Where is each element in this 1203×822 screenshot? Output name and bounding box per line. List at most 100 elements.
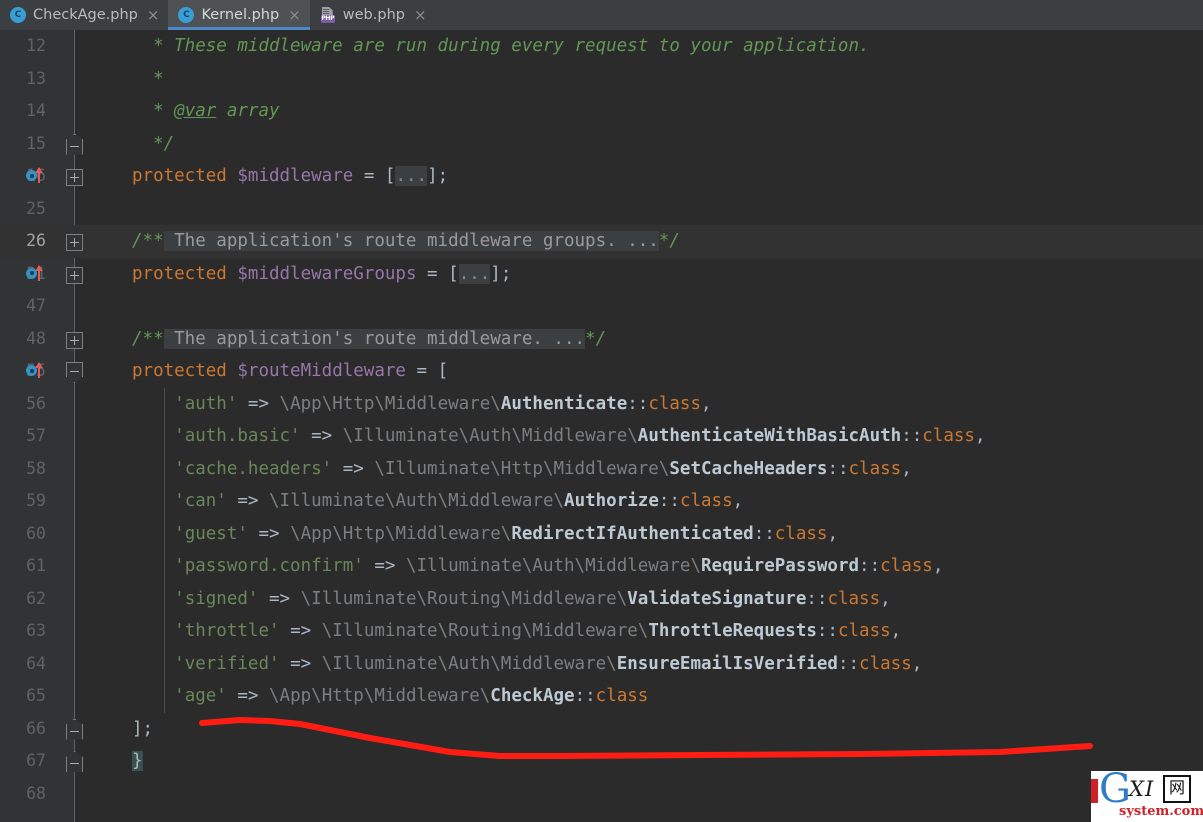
code-text: * @var array <box>132 95 280 128</box>
code-line[interactable]: 66]; <box>0 713 1203 746</box>
line-number: 48 <box>26 328 46 348</box>
close-icon[interactable]: × <box>288 7 301 23</box>
code-text: 'can' => \Illuminate\Auth\Middleware\Aut… <box>132 485 743 518</box>
code-line[interactable]: 59 'can' => \Illuminate\Auth\Middleware\… <box>0 485 1203 518</box>
operator-token: , <box>901 458 912 479</box>
code-line[interactable]: 47 <box>0 290 1203 323</box>
string-token: 'verified' <box>174 653 280 674</box>
code-line[interactable]: 14 * @var array <box>0 95 1203 128</box>
class-name-token: ValidateSignature <box>627 588 807 609</box>
code-line[interactable]: 60 'guest' => \App\Http\Middleware\Redir… <box>0 518 1203 551</box>
folded-array-placeholder[interactable]: ... <box>458 263 491 284</box>
namespace-token: \Illuminate\Auth\Middleware\ <box>269 491 565 511</box>
watermark: G XI 网 system.com <box>1091 771 1203 822</box>
class-keyword-token: class <box>880 556 933 576</box>
close-icon[interactable]: × <box>414 7 427 23</box>
operator-token: :: <box>806 588 828 609</box>
code-line[interactable]: 13 * <box>0 63 1203 96</box>
fold-expand-icon[interactable] <box>66 331 83 349</box>
fold-region-start-icon[interactable] <box>66 133 83 155</box>
comment-token: /** <box>132 231 164 251</box>
line-number: 14 <box>26 101 46 120</box>
code-text: 'signed' => \Illuminate\Routing\Middlewa… <box>132 583 891 616</box>
code-line[interactable]: 57 'auth.basic' => \Illuminate\Auth\Midd… <box>0 420 1203 453</box>
code-editor[interactable]: 12 * These middleware are run during eve… <box>0 30 1203 822</box>
comment-token: */ <box>585 328 607 349</box>
bracket-token: [ <box>384 166 396 186</box>
fold-region-start-icon[interactable] <box>66 718 83 740</box>
comment-token: array <box>216 101 280 121</box>
overriding-method-icon[interactable] <box>26 362 43 378</box>
fold-expand-icon[interactable] <box>66 234 83 251</box>
comment-token: */ <box>658 231 680 251</box>
code-line[interactable]: 68 <box>0 778 1203 811</box>
namespace-token: \Illuminate\Auth\Middleware\ <box>405 556 701 576</box>
code-line[interactable]: 65 'age' => \App\Http\Middleware\CheckAg… <box>0 680 1203 713</box>
bracket-token: ] <box>132 718 143 739</box>
fold-region-end-icon[interactable] <box>66 362 83 383</box>
code-text: /** The application's route middleware g… <box>132 225 680 258</box>
code-text: 'password.confirm' => \Illuminate\Auth\M… <box>132 550 943 583</box>
folded-comment-placeholder[interactable]: The application's route middleware group… <box>163 231 659 251</box>
watermark-cn-char: 网 <box>1163 775 1191 803</box>
code-line[interactable]: 62 'signed' => \Illuminate\Routing\Middl… <box>0 583 1203 616</box>
operator-token: => <box>374 556 396 576</box>
code-line[interactable]: 63 'throttle' => \Illuminate\Routing\Mid… <box>0 615 1203 648</box>
code-line[interactable]: 55protected $routeMiddleware = [ <box>0 355 1203 388</box>
bracket-token: [ <box>448 263 459 284</box>
code-line[interactable]: 15 */ <box>0 128 1203 161</box>
tab-kernel-php[interactable]: C Kernel.php × <box>168 0 311 30</box>
class-keyword-token: class <box>679 491 733 511</box>
code-line[interactable]: 61 'password.confirm' => \Illuminate\Aut… <box>0 550 1203 583</box>
close-icon[interactable]: × <box>147 7 160 23</box>
fold-region-start-icon[interactable] <box>66 751 83 772</box>
line-number: 57 <box>26 426 46 445</box>
tab-checkage-php[interactable]: C CheckAge.php × <box>0 0 168 30</box>
code-line[interactable]: 64 'verified' => \Illuminate\Auth\Middle… <box>0 648 1203 681</box>
operator-token: ; <box>142 718 154 739</box>
operator-token: :: <box>816 621 838 641</box>
code-line[interactable]: 67} <box>0 745 1203 778</box>
operator-token: => <box>258 523 280 544</box>
code-text: protected $middlewareGroups = [...]; <box>132 258 511 291</box>
operator-token: ; <box>500 263 512 284</box>
code-line[interactable]: 58 'cache.headers' => \Illuminate\Http\M… <box>0 453 1203 486</box>
code-line[interactable]: 31protected $middlewareGroups = [...]; <box>0 258 1203 291</box>
operator-token: :: <box>574 686 596 706</box>
line-number: 62 <box>26 588 46 608</box>
class-keyword-token: class <box>827 588 881 609</box>
folded-array-placeholder[interactable]: ... <box>395 166 428 186</box>
folded-comment-placeholder[interactable]: The application's route middleware. ... <box>163 328 586 349</box>
namespace-token: \Illuminate\Routing\Middleware\ <box>321 621 649 641</box>
class-name-token: Authorize <box>564 491 659 511</box>
string-token: 'age' <box>174 686 227 706</box>
tab-web-php[interactable]: PHP web.php × <box>310 0 436 30</box>
string-token: 'guest' <box>174 523 248 544</box>
operator-token: , <box>911 653 923 674</box>
operator-token: , <box>890 621 902 641</box>
variable-token: $middleware <box>237 166 354 186</box>
line-number: 58 <box>26 458 46 478</box>
class-keyword-token: class <box>595 686 649 706</box>
operator-token: => <box>311 426 333 446</box>
code-text: 'age' => \App\Http\Middleware\CheckAge::… <box>132 680 648 713</box>
code-line[interactable]: 16protected $middleware = [...]; <box>0 160 1203 193</box>
overriding-method-icon[interactable] <box>26 264 43 281</box>
code-line[interactable]: 12 * These middleware are run during eve… <box>0 30 1203 63</box>
fold-expand-icon[interactable] <box>66 266 83 284</box>
code-line[interactable]: 48 /** The application's route middleware… <box>0 323 1203 356</box>
code-line[interactable]: 26 /** The application's route middleware… <box>0 225 1203 258</box>
overriding-method-icon[interactable] <box>26 167 43 183</box>
code-line[interactable]: 25 <box>0 193 1203 226</box>
fold-expand-icon[interactable] <box>66 169 83 186</box>
code-line[interactable]: 56 'auth' => \App\Http\Middleware\Authen… <box>0 388 1203 421</box>
